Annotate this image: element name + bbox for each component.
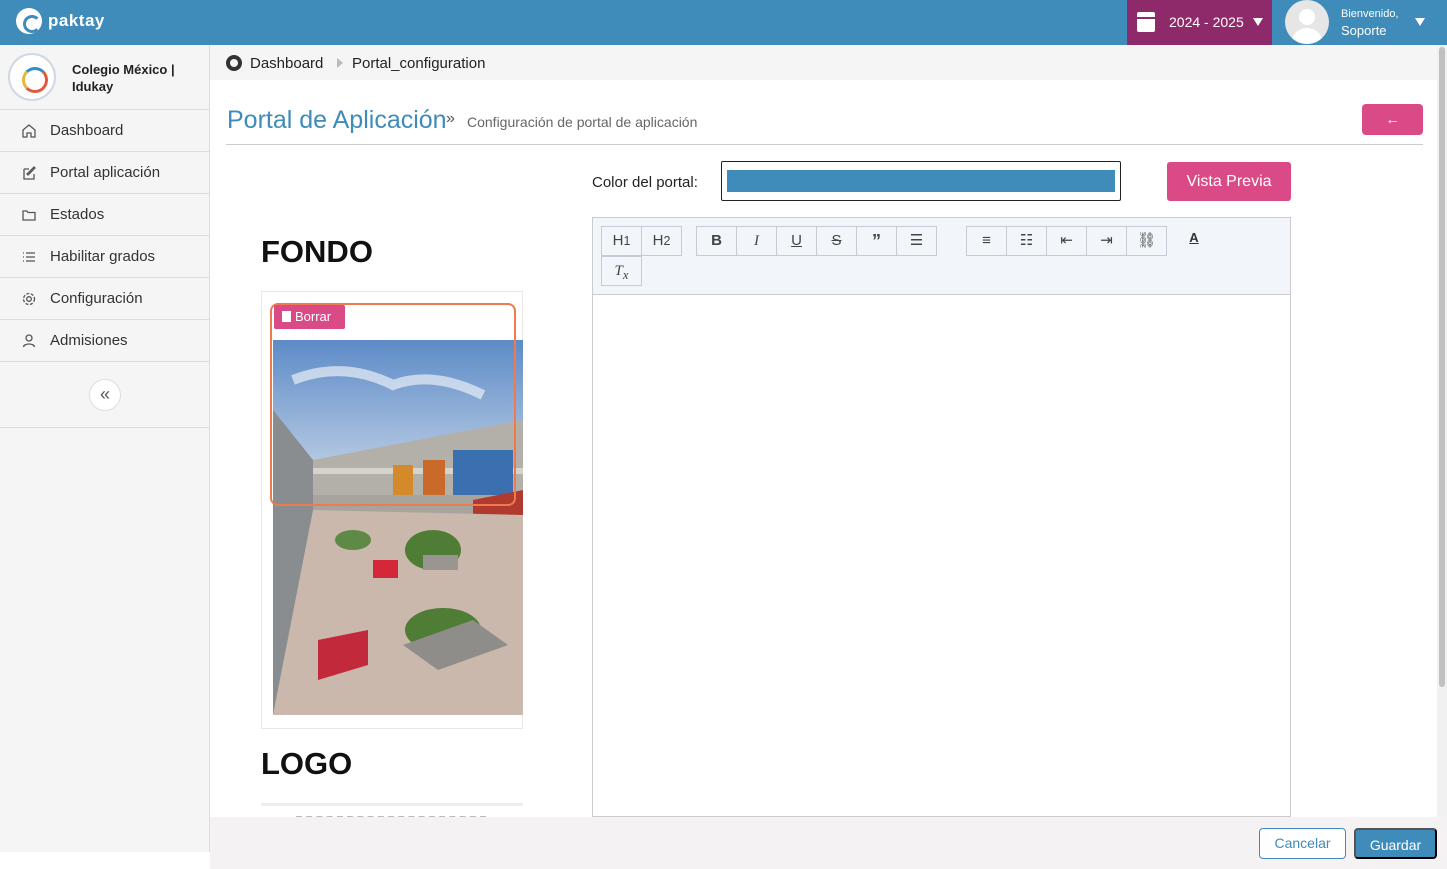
header-divider — [226, 144, 1423, 145]
selection-highlight — [270, 303, 516, 506]
sidebar-item-habilitar-grados[interactable]: Habilitar grados — [0, 236, 209, 278]
color-picker-input[interactable] — [721, 161, 1121, 201]
heading1-button[interactable]: H1 — [601, 226, 642, 256]
school-name: Colegio México | Idukay — [72, 62, 175, 94]
indent-icon: ⇥ — [1100, 232, 1113, 249]
user-icon — [21, 333, 37, 349]
school-header: Colegio México | Idukay — [0, 45, 209, 110]
strikethrough-button[interactable]: S — [816, 226, 857, 256]
logo-upload-card[interactable] — [261, 803, 523, 818]
chevron-down-icon — [1253, 18, 1263, 26]
align-center-icon: ☰ — [909, 232, 924, 249]
sidebar-item-label: Configuración — [50, 290, 143, 307]
clear-format-button[interactable]: Tx — [601, 256, 642, 286]
chevron-down-icon — [1415, 18, 1425, 26]
text-color-button[interactable]: A — [1187, 230, 1201, 246]
arrow-left-icon: ← — [1385, 111, 1400, 127]
brand-logo[interactable]: paktay — [16, 8, 105, 34]
sidebar-collapse-row: « — [0, 362, 209, 428]
page-subtitle: Configuración de portal de aplicación — [467, 114, 698, 130]
collapse-sidebar-button[interactable]: « — [89, 379, 121, 411]
indent-button[interactable]: ⇥ — [1086, 226, 1127, 256]
sidebar-item-label: Habilitar grados — [50, 248, 156, 265]
italic-icon: I — [754, 233, 759, 249]
outdent-button[interactable]: ⇤ — [1046, 226, 1087, 256]
school-logo — [8, 53, 56, 101]
color-label: Color del portal: — [592, 174, 698, 191]
ordered-list-button[interactable]: ≡ — [966, 226, 1007, 256]
sidebar-item-admisiones[interactable]: Admisiones — [0, 320, 209, 362]
school-year-selector[interactable]: 2024 - 2025 — [1127, 0, 1272, 45]
heading2-button[interactable]: H2 — [641, 226, 682, 256]
avatar — [1285, 0, 1329, 44]
quote-icon: ” — [872, 231, 881, 251]
heading1-icon: H1 — [612, 232, 631, 249]
scrollbar-thumb[interactable] — [1439, 47, 1445, 687]
underline-button[interactable]: U — [776, 226, 817, 256]
breadcrumb-separator-icon — [337, 58, 343, 68]
text-color-icon: A — [1189, 230, 1199, 245]
trash-icon — [282, 311, 291, 322]
outdent-icon: ⇤ — [1060, 232, 1073, 249]
sidebar-item-label: Admisiones — [50, 332, 128, 349]
sidebar-item-label: Estados — [50, 206, 105, 223]
welcome-text: Bienvenido, — [1341, 8, 1399, 20]
username: Soporte — [1341, 23, 1387, 38]
heading2-icon: H2 — [652, 232, 671, 249]
gear-icon — [21, 291, 37, 307]
list-icon — [21, 249, 37, 265]
double-chevron-left-icon: « — [99, 384, 110, 404]
breadcrumb-home-link[interactable]: Dashboard — [250, 55, 323, 72]
back-button[interactable]: ← — [1362, 104, 1423, 135]
home-icon — [21, 123, 37, 139]
logo-section-title: LOGO — [261, 746, 353, 781]
link-button[interactable]: ⛓ — [1126, 226, 1167, 256]
sidebar-item-label: Dashboard — [50, 122, 124, 139]
paktay-logo-icon — [16, 8, 42, 34]
school-year-label: 2024 - 2025 — [1169, 14, 1244, 30]
brand-name: paktay — [48, 11, 105, 30]
page-title: Portal de Aplicación — [227, 106, 447, 134]
delete-fondo-button[interactable]: Borrar — [274, 305, 345, 329]
bold-icon: B — [711, 232, 722, 249]
dashboard-icon — [226, 55, 242, 71]
preview-button[interactable]: Vista Previa — [1167, 162, 1291, 201]
clear-format-icon: Tx — [614, 263, 629, 282]
rich-text-editor: H1 H2 B I U S ” ☰ ≡ ☷ ⇤ ⇥ ⛓ A Tx — [592, 217, 1291, 817]
align-button[interactable]: ☰ — [896, 226, 937, 256]
sidebar-item-estados[interactable]: Estados — [0, 194, 209, 236]
underline-icon: U — [791, 232, 802, 249]
link-icon: ⛓ — [1136, 232, 1157, 249]
blockquote-button[interactable]: ” — [856, 226, 897, 256]
cancel-button[interactable]: Cancelar — [1259, 828, 1346, 859]
bullet-list-icon: ☷ — [1019, 232, 1034, 249]
editor-content-area[interactable] — [593, 296, 1290, 816]
editor-toolbar: H1 H2 B I U S ” ☰ ≡ ☷ ⇤ ⇥ ⛓ A Tx — [593, 218, 1290, 295]
sidebar: Colegio México | Idukay Dashboard Portal… — [0, 45, 210, 852]
sidebar-item-dashboard[interactable]: Dashboard — [0, 110, 209, 152]
save-button[interactable]: Guardar — [1354, 828, 1437, 859]
folder-icon — [21, 207, 37, 223]
italic-button[interactable]: I — [736, 226, 777, 256]
fondo-section-title: FONDO — [261, 234, 373, 269]
strikethrough-icon: S — [831, 232, 842, 249]
edit-icon — [21, 165, 37, 181]
color-swatch — [727, 170, 1115, 192]
bullet-list-button[interactable]: ☷ — [1006, 226, 1047, 256]
sidebar-item-configuracion[interactable]: Configuración — [0, 278, 209, 320]
sidebar-item-portal[interactable]: Portal aplicación — [0, 152, 209, 194]
ordered-list-icon: ≡ — [982, 232, 991, 249]
breadcrumb: Dashboard Portal_configuration — [210, 45, 1437, 80]
bold-button[interactable]: B — [696, 226, 737, 256]
calendar-icon — [1137, 12, 1155, 32]
user-menu[interactable]: Bienvenido, Soporte — [1276, 0, 1436, 45]
top-bar: paktay 2024 - 2025 Bienvenido, Soporte — [0, 0, 1447, 45]
title-separator: » — [446, 110, 455, 127]
breadcrumb-current: Portal_configuration — [352, 55, 486, 72]
delete-label: Borrar — [295, 309, 332, 324]
sidebar-item-label: Portal aplicación — [50, 164, 161, 181]
